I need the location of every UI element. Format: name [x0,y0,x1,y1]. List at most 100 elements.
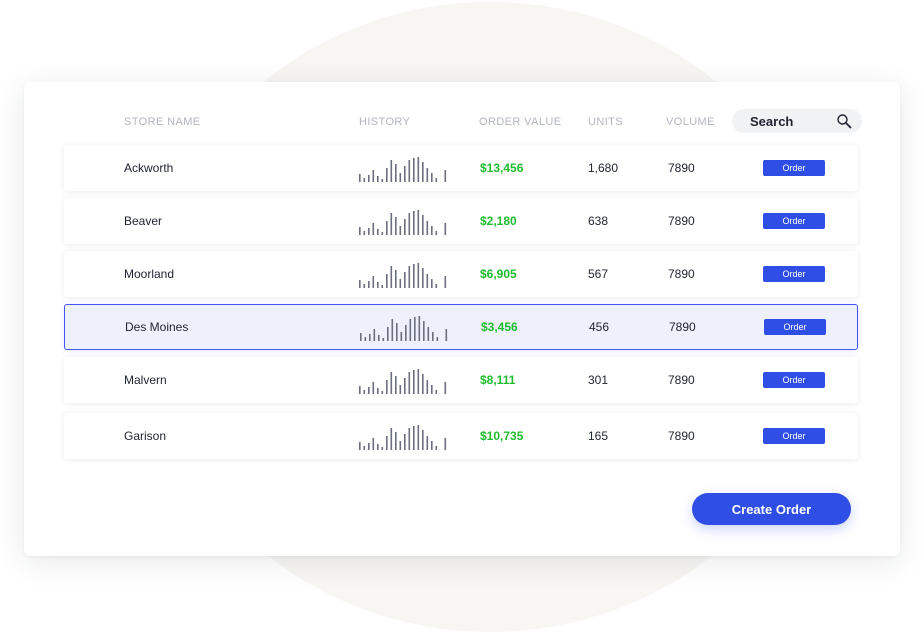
sparkline-bar [431,173,433,182]
store-name: Malvern [124,373,167,387]
sparkline-bar [408,160,411,182]
sparkline-bar [435,390,438,394]
sparkline-bar [409,319,412,341]
sparkline-bar [377,229,379,235]
history-sparkline [359,210,447,235]
order-value: $6,905 [480,267,517,281]
sparkline-bar [444,382,447,394]
sparkline-bar [426,436,429,450]
action-cell: Order [764,305,826,349]
units-value: 165 [588,429,609,443]
history-sparkline [359,157,447,182]
search-input[interactable] [750,113,830,129]
sparkline-bar [386,436,388,450]
sparkline-bar [431,279,433,288]
store-name: Garison [124,429,167,443]
sparkline-bar [395,270,397,288]
order-button[interactable]: Order [763,160,825,176]
sparkline-bar [444,170,447,182]
sparkline-bar [414,317,416,341]
action-cell: Order [763,145,825,191]
order-button[interactable]: Order [764,319,826,335]
sparkline-bar [372,438,375,450]
sparkline-bar [372,276,375,288]
volume-value: 7890 [668,267,695,281]
sparkline-bar [444,276,447,288]
sparkline-bar [432,332,434,341]
sparkline-bar [372,223,375,235]
volume-value: 7890 [668,161,695,175]
sparkline-bar [413,264,415,288]
units-value: 456 [589,320,610,334]
action-cell: Order [763,357,825,403]
sparkline-bar [408,266,411,288]
sparkline-bar [445,329,448,341]
table-row[interactable]: Malvern $8,111 301 7890 Order [64,357,858,403]
table-row[interactable]: Beaver $2,180 638 7890 Order [64,198,858,244]
sparkline-bar [404,166,406,182]
action-cell: Order [763,198,825,244]
units-value: 1,680 [588,161,619,175]
create-order-button[interactable]: Create Order [692,493,851,525]
search-icon[interactable] [836,113,852,129]
sparkline-bar [382,338,385,341]
sparkline-bar [408,428,411,450]
header-store-name: STORE NAME [124,116,201,128]
sparkline-bar [395,376,397,394]
sparkline-bar [417,210,420,235]
sparkline-bar [360,333,362,341]
store-name: Moorland [124,267,175,281]
order-button[interactable]: Order [763,372,825,388]
sparkline-bar [426,168,429,182]
sparkline-bar [381,285,384,288]
orders-card: STORE NAME HISTORY ORDER VALUE UNITS VOL… [24,82,900,556]
action-cell: Order [763,251,825,297]
history-sparkline [359,263,447,288]
units-value: 638 [588,214,609,228]
sparkline-bar [386,168,388,182]
sparkline-bar [396,323,398,341]
order-button[interactable]: Order [763,428,825,444]
sparkline-bar [364,337,367,341]
history-sparkline [360,316,448,341]
history-cell [359,413,451,459]
sparkline-bar [377,176,379,182]
sparkline-bar [426,221,429,235]
history-cell [359,145,451,191]
sparkline-bar [408,372,411,394]
store-name: Ackworth [124,161,174,175]
table-row[interactable]: Moorland $6,905 567 7890 Order [64,251,858,297]
sparkline-bar [390,213,393,235]
sparkline-bar [413,158,415,182]
sparkline-bar [373,329,376,341]
sparkline-bar [399,385,402,394]
sparkline-bar [435,284,438,288]
history-cell [359,357,451,403]
sparkline-bar [422,215,424,235]
sparkline-bar [363,390,366,394]
sparkline-bar [381,447,384,450]
sparkline-bar [431,441,433,450]
table-row[interactable]: Garison $10,735 165 7890 Order [64,413,858,459]
volume-value: 7890 [669,320,696,334]
order-button[interactable]: Order [763,213,825,229]
sparkline-bar [413,370,415,394]
sparkline-bar [377,282,379,288]
sparkline-bar [390,160,393,182]
sparkline-bar [390,266,393,288]
sparkline-bar [377,444,379,450]
order-value: $13,456 [480,161,524,175]
sparkline-bar [436,337,439,341]
sparkline-bar [359,386,361,394]
sparkline-bar [359,442,361,450]
sparkline-bar [363,284,366,288]
order-value: $10,735 [480,429,524,443]
table-row[interactable]: Des Moines $3,456 456 7890 Order [64,304,858,350]
sparkline-bar [395,217,397,235]
order-button[interactable]: Order [763,266,825,282]
sparkline-bar [372,170,375,182]
table-row[interactable]: Ackworth $13,456 1,680 7890 Order [64,145,858,191]
sparkline-bar [378,335,380,341]
sparkline-bar [368,443,370,450]
search-box[interactable] [732,109,862,133]
